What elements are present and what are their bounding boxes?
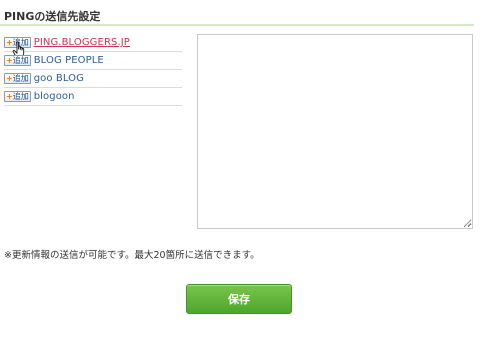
list-item: + 追加 goo BLOG [4,70,182,88]
site-link-goo-blog[interactable]: goo BLOG [34,73,84,84]
plus-icon: + [6,56,13,65]
title-divider [0,24,474,26]
add-button[interactable]: + 追加 [4,55,31,66]
plus-icon: + [6,92,13,101]
save-button[interactable]: 保存 [186,284,292,314]
send-limit-note: ※更新情報の送信が可能です。最大20箇所に送信できます。 [4,250,260,261]
ping-site-list: + 追加 PING.BLOGGERS.JP + 追加 BLOG PEOPLE + 追加… [4,34,182,106]
add-button[interactable]: + 追加 [4,37,31,48]
add-button-label: 追加 [12,56,29,65]
list-item: + 追加 blogoon [4,88,182,106]
add-button-label: 追加 [12,74,29,83]
add-button[interactable]: + 追加 [4,73,31,84]
site-link-ping-bloggers[interactable]: PING.BLOGGERS.JP [34,37,130,48]
section-title: PINGの送信先設定 [4,10,101,23]
plus-icon: + [6,38,13,47]
ping-url-textarea[interactable] [197,34,473,229]
site-link-blogoon[interactable]: blogoon [34,91,75,102]
list-item: + 追加 PING.BLOGGERS.JP [4,34,182,58]
list-item: + 追加 BLOG PEOPLE [4,52,182,70]
add-button[interactable]: + 追加 [4,91,31,102]
add-button-label: 追加 [12,38,29,47]
site-link-blog-people[interactable]: BLOG PEOPLE [34,55,104,66]
plus-icon: + [6,74,13,83]
add-button-label: 追加 [12,92,29,101]
